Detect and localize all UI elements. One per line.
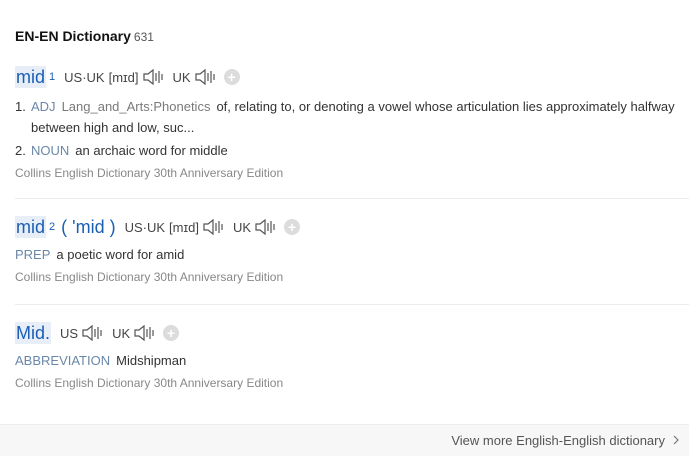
phonetic: [mɪd] xyxy=(169,219,199,235)
pron-region-label: UK xyxy=(232,219,252,235)
source-label: Collins English Dictionary 30th Annivers… xyxy=(15,166,284,180)
entry-mid-abbr: Mid. US UK + ABBREVIATION Midshipman Coll… xyxy=(15,320,689,390)
speaker-icon[interactable] xyxy=(254,218,276,236)
headword[interactable]: mid xyxy=(15,216,47,238)
pron-region-label: UK xyxy=(172,69,191,85)
dictionary-title: EN-EN Dictionary xyxy=(15,28,131,44)
pron-region-label: US·UK xyxy=(124,219,166,235)
speaker-icon[interactable] xyxy=(133,324,155,342)
add-icon[interactable]: + xyxy=(223,69,240,85)
source-label: Collins English Dictionary 30th Annivers… xyxy=(15,376,284,390)
add-icon[interactable]: + xyxy=(284,219,301,235)
part-of-speech: NOUN xyxy=(31,143,70,158)
source-label: Collins English Dictionary 30th Annivers… xyxy=(15,270,284,284)
divider xyxy=(15,198,689,199)
phonetic: [mɪd] xyxy=(108,69,139,85)
result-count: 631 xyxy=(133,30,154,44)
headword[interactable]: Mid. xyxy=(15,322,52,344)
part-of-speech: ADJ xyxy=(31,99,56,114)
subject-field: Lang_and_Arts:Phonetics xyxy=(61,99,211,114)
definition: Midshipman xyxy=(116,353,187,368)
speaker-icon[interactable] xyxy=(81,324,103,342)
sense-number: 2. xyxy=(15,143,26,158)
pron-region-label: UK xyxy=(112,325,131,341)
view-more-link[interactable]: View more English-English dictionary xyxy=(451,433,679,448)
sense-item: 1. ADJ Lang_and_Arts:Phonetics of, relating… xyxy=(15,96,689,138)
headword[interactable]: mid xyxy=(15,66,47,88)
dictionary-header: EN-EN Dictionary 631 xyxy=(15,28,154,44)
add-icon[interactable]: + xyxy=(163,325,180,341)
divider xyxy=(15,304,689,305)
speaker-icon[interactable] xyxy=(142,68,164,86)
speaker-icon[interactable] xyxy=(194,68,216,86)
entry-mid-1: mid 1 US·UK [mɪd] UK + 1. ADJ Lang_and_Art… xyxy=(15,64,689,180)
sense-number: 1. xyxy=(15,99,26,114)
view-more-label: View more English-English dictionary xyxy=(451,433,665,448)
pron-region-label: US·UK xyxy=(64,69,105,85)
part-of-speech: ABBREVIATION xyxy=(15,353,111,368)
entry-mid-2: mid 2 ( 'mid ) US·UK [mɪd] UK + PREP a po… xyxy=(15,214,689,284)
chevron-right-icon xyxy=(673,433,679,448)
pronunciation: ( 'mid ) xyxy=(61,216,116,237)
footer-bar: View more English-English dictionary xyxy=(0,424,689,456)
definition: a poetic word for amid xyxy=(56,247,185,262)
definition: an archaic word for middle xyxy=(75,143,228,158)
pron-region-label: US xyxy=(60,325,79,341)
speaker-icon[interactable] xyxy=(202,218,224,236)
part-of-speech: PREP xyxy=(15,247,51,262)
sense-item: 2. NOUN an archaic word for middle xyxy=(15,140,689,161)
sense-item: PREP a poetic word for amid xyxy=(15,244,689,265)
sense-item: ABBREVIATION Midshipman xyxy=(15,350,689,371)
